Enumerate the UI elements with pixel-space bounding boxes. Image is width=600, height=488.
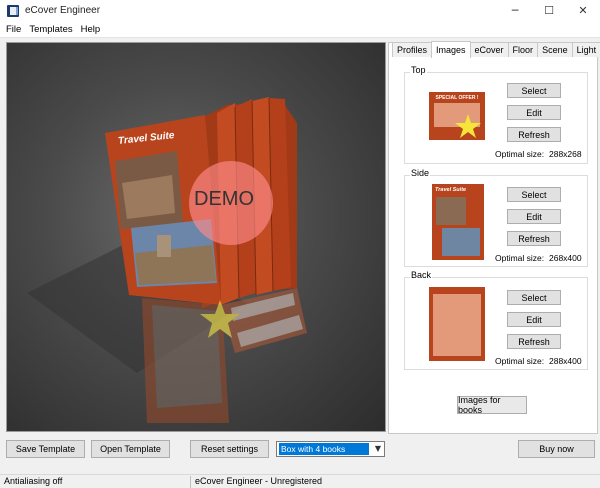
top-edit-button[interactable]: Edit	[507, 105, 561, 120]
maximize-button[interactable]: ☐	[532, 0, 566, 21]
preview-viewport[interactable]: Travel Suite DEMO	[6, 42, 386, 432]
tab-light[interactable]: Light	[571, 42, 600, 57]
reset-settings-button[interactable]: Reset settings	[190, 440, 269, 458]
menu-templates[interactable]: Templates	[25, 24, 76, 35]
menu-bar: File Templates Help	[0, 21, 600, 38]
top-refresh-button[interactable]: Refresh	[507, 127, 561, 142]
side-thumb-photo-top	[436, 197, 466, 225]
side-group-label: Side	[410, 168, 431, 178]
side-thumb-photo-bottom	[442, 228, 480, 256]
back-thumb-panel	[433, 294, 481, 356]
top-image-thumbnail: SPECIAL OFFER !	[429, 92, 485, 140]
demo-watermark: DEMO	[194, 188, 254, 210]
tab-images[interactable]: Images	[431, 41, 471, 58]
window-title: eCover Engineer	[25, 5, 101, 16]
profile-select[interactable]: Box with 4 books ▼	[276, 441, 385, 457]
top-select-button[interactable]: Select	[507, 83, 561, 98]
tab-ecover[interactable]: eCover	[469, 42, 509, 57]
title-bar: eCover Engineer ─ ☐ ✕	[0, 0, 600, 21]
window-controls: ─ ☐ ✕	[498, 0, 600, 21]
status-bar: Antialiasing off eCover Engineer - Unreg…	[0, 474, 600, 488]
minimize-button[interactable]: ─	[498, 0, 532, 21]
antialiasing-status: Antialiasing off	[4, 475, 63, 486]
close-button[interactable]: ✕	[566, 0, 600, 21]
top-optimal-size-value: 288x268	[549, 149, 582, 159]
back-refresh-button[interactable]: Refresh	[507, 334, 561, 349]
side-optimal-size-label: Optimal size:	[495, 253, 545, 263]
tab-floor[interactable]: Floor	[507, 42, 539, 57]
tab-scene[interactable]: Scene	[537, 42, 573, 57]
menu-help[interactable]: Help	[77, 24, 105, 35]
back-optimal-size-label: Optimal size:	[495, 356, 545, 366]
back-select-button[interactable]: Select	[507, 290, 561, 305]
back-edit-button[interactable]: Edit	[507, 312, 561, 327]
side-edit-button[interactable]: Edit	[507, 209, 561, 224]
top-optimal-size-label: Optimal size:	[495, 149, 545, 159]
side-select-button[interactable]: Select	[507, 187, 561, 202]
buy-now-button[interactable]: Buy now	[518, 440, 595, 458]
side-optimal-size-value: 268x400	[549, 253, 582, 263]
chevron-down-icon: ▼	[374, 444, 381, 453]
box-reflection	[142, 288, 307, 423]
registration-status: eCover Engineer - Unregistered	[195, 475, 323, 486]
back-optimal-size-value: 288x400	[549, 356, 582, 366]
tab-profiles[interactable]: Profiles	[392, 42, 433, 57]
star-icon	[455, 114, 481, 138]
side-thumb-text: Travel Suite	[435, 187, 467, 193]
back-image-thumbnail	[429, 287, 485, 361]
settings-tabs: Profiles Images eCover Floor Scene Light	[392, 41, 600, 58]
open-template-button[interactable]: Open Template	[91, 440, 170, 458]
app-icon	[7, 4, 19, 17]
side-refresh-button[interactable]: Refresh	[507, 231, 561, 246]
images-for-books-button[interactable]: Images for books	[457, 395, 527, 415]
save-template-button[interactable]: Save Template	[6, 440, 85, 458]
top-group-label: Top	[410, 65, 427, 75]
profile-select-value: Box with 4 books	[279, 443, 369, 455]
box-render	[27, 97, 307, 423]
top-thumb-text: SPECIAL OFFER !	[435, 95, 479, 101]
side-image-thumbnail: Travel Suite	[432, 184, 484, 260]
back-group-label: Back	[410, 270, 433, 280]
menu-file[interactable]: File	[2, 24, 25, 35]
